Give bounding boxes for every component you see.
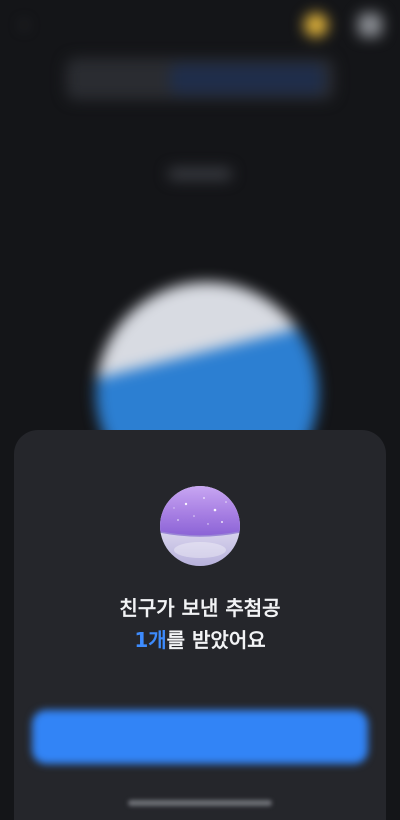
reward-message-line-1: 친구가 보낸 추첨공 [119, 596, 281, 620]
background-title [110, 194, 290, 224]
reward-bottom-sheet: 친구가 보낸 추첨공 1개를 받았어요 [14, 430, 386, 820]
background-subtitle [168, 168, 232, 180]
purple-lottery-ball-icon [160, 486, 240, 566]
reward-message-line-2: 1개를 받았어요 [14, 624, 386, 656]
reward-message: 친구가 보낸 추첨공 1개를 받았어요 [14, 592, 386, 656]
segment-control[interactable] [66, 58, 334, 100]
reward-count: 1개 [134, 628, 167, 652]
segment-right-tab[interactable] [170, 64, 324, 94]
chevron-left-icon[interactable]: ‹ [14, 14, 34, 34]
menu-icon[interactable] [358, 13, 382, 37]
coin-icon[interactable] [304, 13, 328, 37]
screen: ‹ 친구가 보낸 추첨공 1개를 받았어요 [0, 0, 400, 820]
home-indicator [128, 800, 272, 806]
confirm-button[interactable] [32, 710, 368, 764]
segment-left-tab[interactable] [80, 70, 154, 88]
reward-message-line-2-rest: 를 받았어요 [166, 628, 266, 652]
